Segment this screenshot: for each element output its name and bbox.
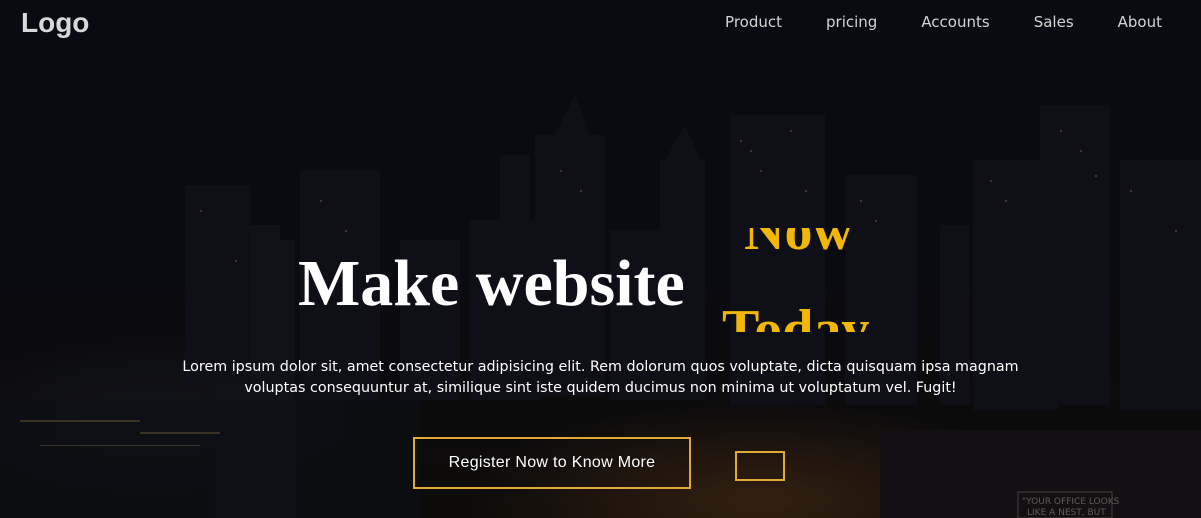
nav-links: Product pricing Accounts Sales About	[681, 13, 1162, 31]
hero-headline: Make website	[298, 247, 685, 320]
register-button[interactable]: Register Now to Know More	[413, 437, 691, 489]
nav-link-accounts[interactable]: Accounts	[921, 13, 989, 31]
rotating-word-now: Now	[744, 228, 853, 262]
nav-link-pricing[interactable]: pricing	[826, 13, 877, 31]
top-navbar: Logo Product pricing Accounts Sales Abou…	[0, 0, 1201, 48]
rotating-word-box: Now Today	[718, 228, 938, 332]
nav-link-about[interactable]: About	[1118, 13, 1162, 31]
nav-link-sales[interactable]: Sales	[1034, 13, 1074, 31]
rotating-word-today: Today	[722, 299, 870, 332]
nav-link-product[interactable]: Product	[725, 13, 782, 31]
hero-description: Lorem ipsum dolor sit, amet consectetur …	[182, 359, 1019, 396]
secondary-button[interactable]	[735, 451, 785, 481]
hero-section: "YOUR OFFICE LOOKS LIKE A NEST, BUT Logo…	[0, 0, 1201, 518]
site-logo[interactable]: Logo	[21, 7, 89, 39]
